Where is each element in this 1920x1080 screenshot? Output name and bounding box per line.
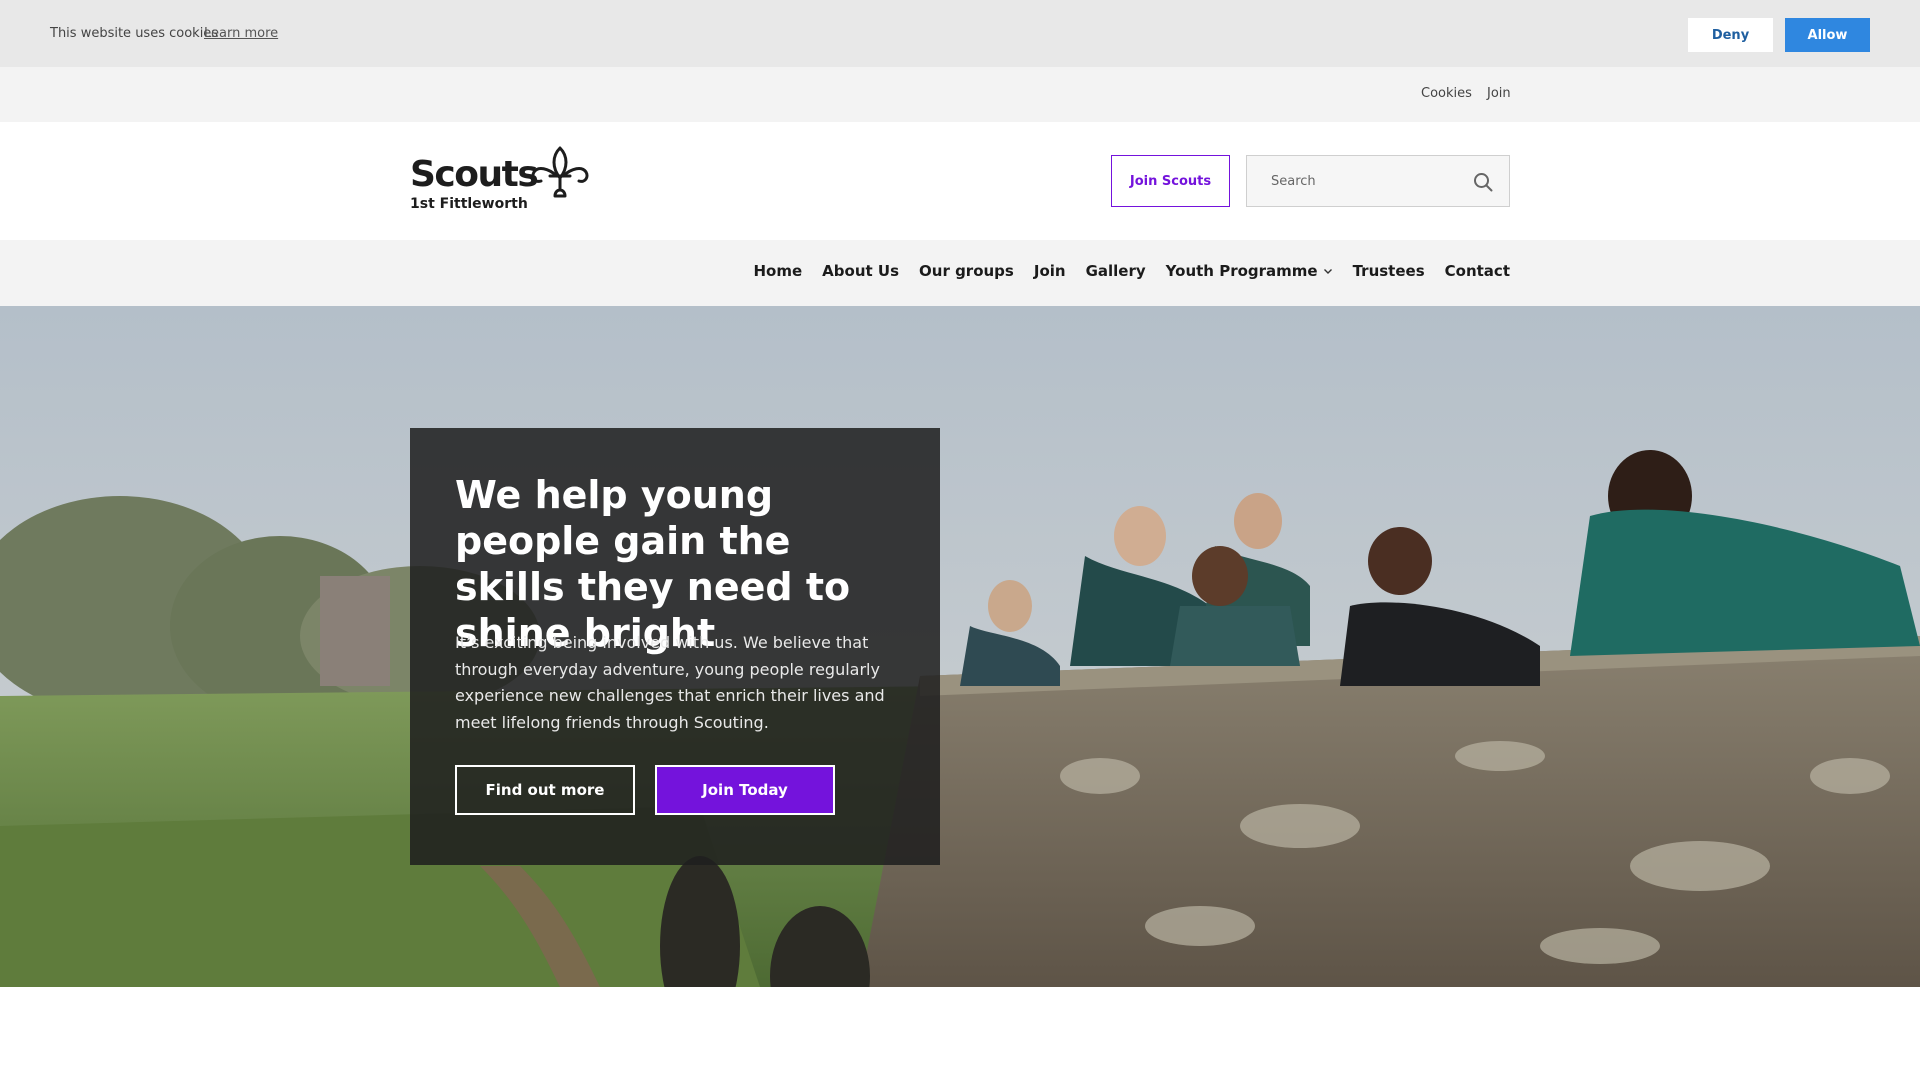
main-nav-list: Home About Us Our groups Join Gallery Yo… [754,262,1511,280]
main-nav: Home About Us Our groups Join Gallery Yo… [0,240,1920,306]
chevron-down-icon [1323,269,1332,274]
cookie-banner: This website uses cookies Learn more Den… [0,0,1920,67]
search-icon[interactable] [1471,170,1495,194]
nav-item-about-us[interactable]: About Us [822,262,899,280]
nav-item-our-groups[interactable]: Our groups [919,262,1014,280]
hero-body-text: It’s exciting being involved with us. We… [455,633,885,732]
cookie-learn-more-link[interactable]: Learn more [204,26,278,41]
join-scouts-button[interactable]: Join Scouts [1111,155,1230,207]
utility-link-cookies[interactable]: Cookies [1421,86,1472,101]
nav-item-join[interactable]: Join [1034,262,1066,280]
deny-cookies-button[interactable]: Deny [1688,18,1773,52]
search-input[interactable] [1247,156,1457,206]
nav-item-youth-programme[interactable]: Youth Programme [1166,262,1333,280]
nav-item-home[interactable]: Home [754,262,803,280]
nav-item-label: Trustees [1352,262,1425,280]
fleur-de-lis-icon [531,146,589,198]
nav-item-label: Home [753,262,803,280]
hero-banner: We help young people gain the skills the… [0,306,1920,987]
hero-photo [0,306,1920,987]
hero-panel: We help young people gain the skills the… [410,428,940,865]
utility-link-join[interactable]: Join [1487,86,1511,101]
nav-item-label: Our groups [919,262,1014,280]
nav-item-label: Contact [1444,262,1510,280]
logo-subtitle: 1st Fittleworth [410,196,528,212]
utility-nav: Cookies Join [0,67,1920,122]
site-header: Scouts 1st Fittleworth Join Scouts [0,122,1920,240]
search-box [1246,155,1510,207]
join-today-button[interactable]: Join Today [655,765,835,815]
nav-item-label: Gallery [1085,262,1146,280]
site-logo[interactable]: Scouts 1st Fittleworth [410,144,600,214]
hero-title: We help young people gain the skills the… [455,473,851,655]
cookie-message: This website uses cookies [50,26,219,41]
logo-wordmark: Scouts [410,154,539,195]
allow-cookies-button[interactable]: Allow [1785,18,1870,52]
nav-item-trustees[interactable]: Trustees [1353,262,1425,280]
nav-item-label: About Us [822,262,900,280]
nav-item-label: Join [1033,262,1066,280]
find-out-more-button[interactable]: Find out more [455,765,635,815]
nav-item-contact[interactable]: Contact [1445,262,1510,280]
nav-item-gallery[interactable]: Gallery [1086,262,1146,280]
nav-item-label: Youth Programme [1165,262,1318,280]
